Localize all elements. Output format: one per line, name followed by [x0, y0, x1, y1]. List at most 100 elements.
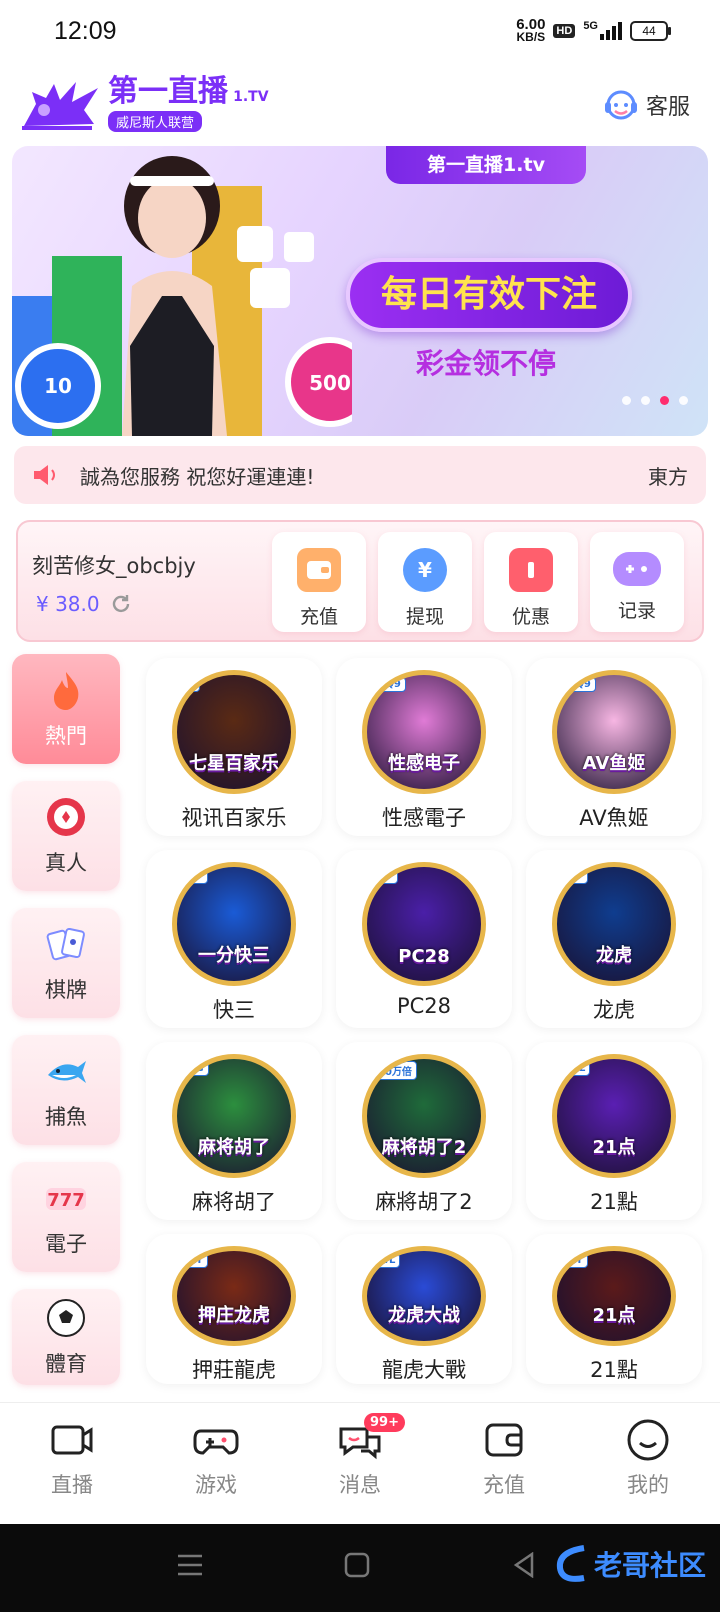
playing-cards-icon — [46, 927, 85, 961]
category-chess-cards[interactable]: 棋牌 — [12, 908, 120, 1018]
category-label: 體育 — [45, 1352, 87, 1376]
category-sidebar: 熱門 真人 棋牌 捕魚 777 電子 體育 — [12, 654, 122, 1402]
game-card[interactable]: 10万倍 麻将胡了2 麻將胡了2 — [336, 1042, 512, 1220]
shark-icon — [48, 1061, 86, 1083]
game-logo-text: 龙虎大战 — [388, 1305, 460, 1326]
refresh-icon[interactable] — [110, 593, 132, 615]
banner-dot[interactable] — [622, 396, 631, 405]
category-live[interactable]: 真人 — [12, 781, 120, 891]
game-logo-text: 21点 — [592, 1137, 636, 1158]
balance-row: ¥ 38.0 — [36, 592, 132, 616]
game-card[interactable]: KY 21点 21點 — [526, 1234, 702, 1384]
game-card[interactable]: CQ9 性感电子 性感電子 — [336, 658, 512, 836]
coupon-icon — [509, 548, 553, 592]
game-logo-text: 龙虎 — [596, 945, 632, 966]
game-icon: KY 21点 — [552, 1246, 676, 1346]
category-label: 電子 — [45, 1232, 87, 1256]
game-name: 21點 — [590, 1358, 638, 1382]
tab-profile[interactable]: 我的 — [588, 1403, 708, 1525]
back-icon[interactable] — [512, 1552, 536, 1578]
provider-badge: 10万倍 — [373, 1061, 417, 1080]
withdraw-button[interactable]: ¥ 提现 — [378, 532, 472, 632]
balance-amount: ¥ 38.0 — [36, 592, 100, 616]
tab-messages[interactable]: 99+ 消息 — [300, 1403, 420, 1525]
username: 刻苦修女_obcbjy — [32, 554, 196, 578]
banner-subline: 彩金领不停 — [416, 347, 557, 380]
game-name: AV魚姬 — [579, 806, 649, 830]
game-card[interactable]: CQ9 AV鱼姬 AV魚姬 — [526, 658, 702, 836]
game-card[interactable]: WL 21点 21點 — [526, 1042, 702, 1220]
category-label: 捕魚 — [45, 1105, 87, 1129]
tab-live[interactable]: 直播 — [12, 1403, 132, 1525]
speaker-icon — [34, 465, 55, 485]
signal-icon — [600, 22, 622, 40]
game-card[interactable]: DF 龙虎 龙虎 — [526, 850, 702, 1028]
provider-badge: DF — [373, 869, 399, 884]
promotions-button[interactable]: 优惠 — [484, 532, 578, 632]
records-label: 记录 — [617, 600, 656, 622]
tab-label: 直播 — [51, 1473, 93, 1497]
banner-illustration: 10 500 — [12, 156, 352, 436]
banner-dot[interactable] — [660, 396, 669, 405]
banner-headline: 每日有效下注 — [346, 258, 632, 332]
game-card[interactable]: WL 龙虎大战龍虎大戰 — [336, 1234, 512, 1384]
announcement-bar[interactable]: 誠為您服務 祝您好運連連! 東方 — [14, 446, 706, 504]
watermark: 老哥社区 — [554, 1542, 706, 1586]
home-icon[interactable] — [344, 1552, 370, 1578]
category-hot[interactable]: 熱門 — [12, 654, 120, 764]
battery-level: 44 — [642, 24, 656, 38]
bottom-tab-bar: 直播 游戏 99+ 消息 充值 我的 — [0, 1402, 720, 1525]
net-speed-unit: KB/S — [516, 30, 546, 44]
tab-games[interactable]: 游戏 — [156, 1403, 276, 1525]
game-name: 龙虎 — [593, 998, 635, 1022]
banner-brand-tag: 第一直播1.tv — [386, 146, 586, 184]
game-card[interactable]: DF 一分快三 快三 — [146, 850, 322, 1028]
game-logo-text: 21点 — [592, 1305, 636, 1326]
menu-icon[interactable] — [176, 1552, 204, 1578]
game-icon: KY 押庄龙虎 — [172, 1246, 296, 1346]
promotions-label: 优惠 — [511, 606, 550, 628]
banner-dot[interactable] — [641, 396, 650, 405]
game-name: 麻将胡了 — [192, 1190, 276, 1214]
game-name: 龍虎大戰 — [382, 1358, 466, 1382]
yen-coin-icon: ¥ — [403, 548, 447, 592]
provider-badge: WL — [373, 1253, 401, 1268]
category-slots[interactable]: 777 電子 — [12, 1162, 120, 1272]
customer-service-label: 客服 — [645, 95, 690, 120]
game-grid: S 七星百家乐 视讯百家乐 CQ9 性感电子 性感電子 CQ9 AV鱼姬 AV魚姬 DF 一分快三快… — [146, 658, 710, 1384]
category-label: 熱門 — [45, 724, 87, 748]
svg-text:777: 777 — [47, 1190, 85, 1211]
wallet-icon — [485, 1423, 523, 1457]
tab-label: 消息 — [339, 1473, 381, 1497]
game-name: PC28 — [396, 994, 452, 1018]
game-card[interactable]: S 七星百家乐 视讯百家乐 — [146, 658, 322, 836]
game-card[interactable]: KY 押庄龙虎押莊龍虎 — [146, 1234, 322, 1384]
system-navigation-bar: 老哥社区 — [0, 1524, 720, 1612]
records-button[interactable]: 记录 — [590, 532, 684, 632]
game-name: 视讯百家乐 — [181, 806, 287, 830]
headset-icon — [604, 90, 637, 120]
promo-banner[interactable]: 10 500 第一直播1.tv 每日有效下注 彩金领不停 — [12, 146, 708, 436]
status-indicators: 6.00 KB/S HD 5G 44 — [516, 17, 671, 44]
tab-deposit[interactable]: 充值 — [444, 1403, 564, 1525]
deposit-button[interactable]: 充值 — [272, 532, 366, 632]
banner-dot[interactable] — [679, 396, 688, 405]
game-icon: DF PC28 — [362, 862, 486, 986]
game-card[interactable]: DF PC28 PC28 — [336, 850, 512, 1028]
game-logo-text: AV鱼姬 — [582, 753, 646, 774]
tab-label: 我的 — [627, 1473, 669, 1497]
game-name: 押莊龍虎 — [192, 1358, 276, 1382]
battery-icon: 44 — [630, 21, 671, 41]
status-time: 12:09 — [54, 16, 117, 45]
category-sports[interactable]: 體育 — [12, 1289, 120, 1385]
announcement-text: 誠為您服務 祝您好運連連! — [80, 464, 315, 489]
game-card[interactable]: PG 麻将胡了麻将胡了 — [146, 1042, 322, 1220]
customer-service-button[interactable]: 客服 — [602, 86, 690, 124]
casino-chip-icon — [47, 798, 85, 836]
banner-pagination[interactable] — [622, 396, 688, 405]
game-icon: PG 麻将胡了 — [172, 1054, 296, 1178]
network-speed: 6.00 KB/S — [516, 17, 546, 44]
game-icon: DF 龙虎 — [552, 862, 676, 986]
deposit-label: 充值 — [299, 606, 338, 628]
category-fishing[interactable]: 捕魚 — [12, 1035, 120, 1145]
